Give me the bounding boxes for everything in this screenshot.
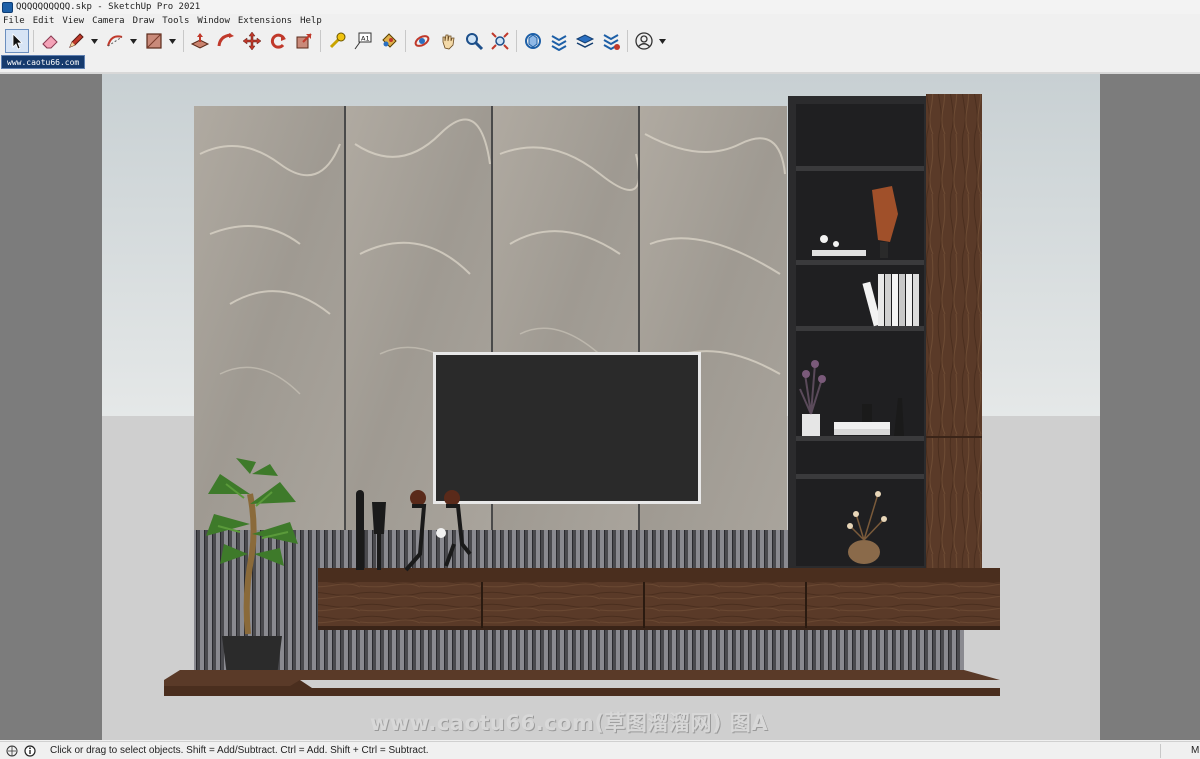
toolbar-separator <box>405 30 406 52</box>
scale-tool-button[interactable] <box>292 29 316 53</box>
chevron-down-icon <box>659 38 666 44</box>
info-icon[interactable] <box>23 744 36 757</box>
menu-extensions[interactable]: Extensions <box>238 16 292 26</box>
pencil-dropdown[interactable] <box>90 29 99 53</box>
user-account-icon <box>635 32 653 50</box>
main-toolbar: A1 <box>0 27 1200 55</box>
menu-draw[interactable]: Draw <box>133 16 155 26</box>
tape-measure-icon <box>329 32 346 49</box>
follow-me-tool-button[interactable] <box>214 29 238 53</box>
rectangle-dropdown[interactable] <box>168 29 177 53</box>
rotate-icon <box>270 33 286 49</box>
title-bar: QQQQQQQQQQ.skp - SketchUp Pro 2021 <box>0 0 1200 14</box>
menu-view[interactable]: View <box>62 16 84 26</box>
menu-file[interactable]: File <box>3 16 25 26</box>
arc-dropdown[interactable] <box>129 29 138 53</box>
status-bar: Click or drag to select objects. Shift =… <box>0 741 1200 759</box>
chevron-down-icon <box>91 38 98 44</box>
walnut-column <box>926 94 982 570</box>
toolbar-separator <box>183 30 184 52</box>
push-pull-tool-button[interactable] <box>188 29 212 53</box>
eraser-icon <box>42 35 58 49</box>
zoom-tool-button[interactable] <box>462 29 486 53</box>
rectangle-tool-button[interactable] <box>142 29 166 53</box>
arc-icon <box>107 35 123 47</box>
zoom-extents-icon <box>491 32 509 50</box>
paint-bucket-icon <box>382 33 397 48</box>
extension-manager-tool-button[interactable] <box>599 29 623 53</box>
watermark-text: www.caotu66.com(草图溜溜网) 图A <box>370 711 769 735</box>
info-icon-glyph <box>23 744 36 757</box>
model-viewport[interactable]: www.caotu66.com(草图溜溜网) 图A <box>0 72 1200 740</box>
3d-model-scene <box>0 74 1200 740</box>
push-pull-icon <box>190 33 210 49</box>
text-icon: A1 <box>354 32 372 50</box>
move-tool-button[interactable] <box>240 29 264 53</box>
follow-me-icon <box>217 33 234 47</box>
svg-text:A1: A1 <box>361 35 370 43</box>
toolbar-separator <box>33 30 34 52</box>
layers-icon <box>575 34 595 48</box>
orbit-tool-button[interactable] <box>410 29 434 53</box>
pencil-icon <box>69 33 84 48</box>
3d-warehouse-tool-button[interactable] <box>521 29 545 53</box>
sketchup-logo-icon <box>2 1 13 13</box>
text-tool-button[interactable]: A1 <box>351 29 375 53</box>
extension-warehouse-tool-button[interactable] <box>547 29 571 53</box>
toolbar-separator <box>627 30 628 52</box>
menu-bar: File Edit View Camera Draw Tools Window … <box>0 14 1200 27</box>
rotate-tool-button[interactable] <box>266 29 290 53</box>
status-hint-text: Click or drag to select objects. Shift =… <box>50 745 429 756</box>
pan-tool-button[interactable] <box>436 29 460 53</box>
window-title: QQQQQQQQQQ.skp - SketchUp Pro 2021 <box>16 2 201 12</box>
extension-manager-icon <box>603 34 620 51</box>
warehouse-icon <box>525 33 541 49</box>
shelving-unit <box>788 96 926 570</box>
chevron-down-icon <box>130 38 137 44</box>
geo-location-icon[interactable] <box>5 744 18 757</box>
account-tool-button[interactable] <box>632 29 656 53</box>
rectangle-icon <box>146 33 162 49</box>
chevron-down-icon <box>169 38 176 44</box>
geo-location-icon-glyph <box>6 745 17 756</box>
menu-edit[interactable]: Edit <box>33 16 55 26</box>
pan-hand-icon <box>442 34 455 50</box>
tape-measure-tool-button[interactable] <box>325 29 349 53</box>
scene-tabs-bar: www.caotu66.com <box>0 55 1200 71</box>
menu-tools[interactable]: Tools <box>162 16 189 26</box>
orbit-icon <box>414 35 430 47</box>
zoom-icon <box>466 33 484 51</box>
sketchup-window: QQQQQQQQQQ.skp - SketchUp Pro 2021 File … <box>0 0 1200 759</box>
arc-tool-button[interactable] <box>103 29 127 53</box>
account-dropdown[interactable] <box>658 29 667 53</box>
tv-console <box>318 568 1000 630</box>
scene-tab[interactable]: www.caotu66.com <box>1 55 86 69</box>
toolbar-separator <box>320 30 321 52</box>
layout-tool-button[interactable] <box>573 29 597 53</box>
menu-window[interactable]: Window <box>197 16 230 26</box>
extension-warehouse-icon <box>551 35 567 51</box>
select-tool-button[interactable] <box>5 29 29 53</box>
pencil-tool-button[interactable] <box>64 29 88 53</box>
scale-icon <box>296 33 312 49</box>
move-icon <box>242 31 262 51</box>
arrow-cursor-icon <box>12 33 23 50</box>
measurements-box[interactable]: M <box>1160 744 1200 758</box>
toolbar-separator <box>516 30 517 52</box>
zoom-extents-tool-button[interactable] <box>488 29 512 53</box>
tv-screen <box>433 352 701 504</box>
menu-help[interactable]: Help <box>300 16 322 26</box>
paint-bucket-tool-button[interactable] <box>377 29 401 53</box>
eraser-tool-button[interactable] <box>38 29 62 53</box>
menu-camera[interactable]: Camera <box>92 16 125 26</box>
